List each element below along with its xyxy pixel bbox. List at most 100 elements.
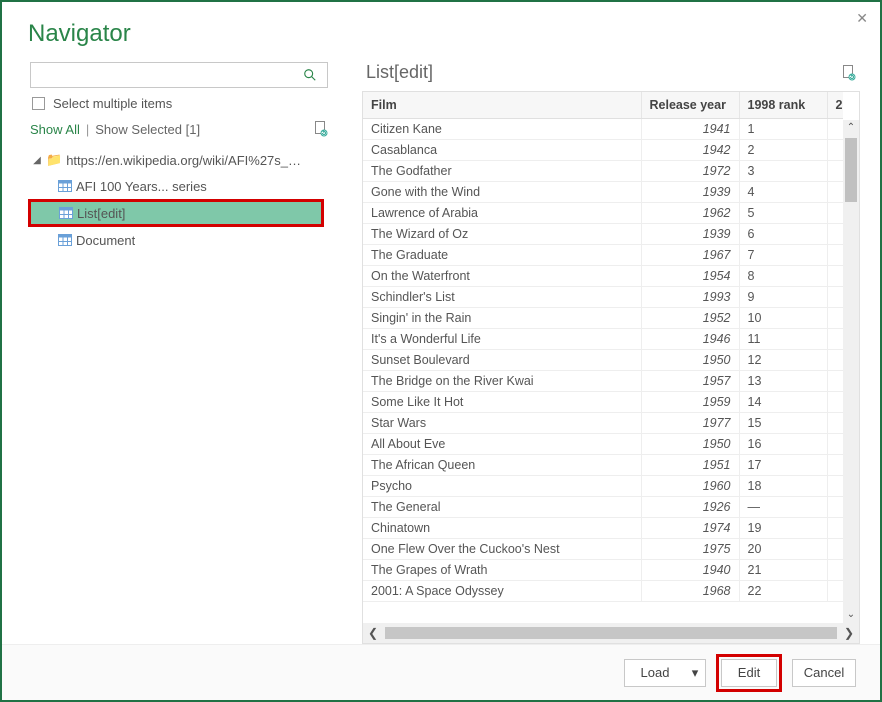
table-row[interactable]: On the Waterfront19548: [363, 266, 843, 287]
cell-rank: 15: [739, 413, 827, 434]
cell-rank: 6: [739, 224, 827, 245]
cell-rank: 11: [739, 329, 827, 350]
col-rank[interactable]: 1998 rank: [739, 92, 827, 119]
cell-film: Some Like It Hot: [363, 392, 641, 413]
caret-down-icon[interactable]: ◢: [32, 155, 42, 166]
tree-root[interactable]: ◢ 📁 https://en.wikipedia.org/wiki/AFI%27…: [30, 147, 344, 173]
cell-year: 1939: [641, 182, 739, 203]
tree-item-label: Document: [76, 233, 135, 248]
cell-rank: 17: [739, 455, 827, 476]
table-row[interactable]: Citizen Kane19411: [363, 119, 843, 140]
cell-year: 1972: [641, 161, 739, 182]
table-row[interactable]: 2001: A Space Odyssey196822: [363, 581, 843, 602]
cell-year: 1942: [641, 140, 739, 161]
scroll-down-icon[interactable]: ⌄: [843, 607, 859, 623]
cell-extra: [827, 161, 843, 182]
search-input[interactable]: [31, 63, 303, 87]
preview-table-wrap: Film Release year 1998 rank 200 Citizen …: [362, 91, 860, 644]
cell-extra: [827, 434, 843, 455]
table-icon: [58, 180, 72, 192]
col-extra[interactable]: 200: [827, 92, 843, 119]
cell-film: One Flew Over the Cuckoo's Nest: [363, 539, 641, 560]
edit-button[interactable]: Edit: [721, 659, 777, 687]
cell-rank: 9: [739, 287, 827, 308]
cell-film: Citizen Kane: [363, 119, 641, 140]
cell-film: All About Eve: [363, 434, 641, 455]
tree-item-list-edit[interactable]: List[edit]: [31, 202, 321, 224]
table-row[interactable]: Some Like It Hot195914: [363, 392, 843, 413]
col-film[interactable]: Film: [363, 92, 641, 119]
table-row[interactable]: One Flew Over the Cuckoo's Nest197520: [363, 539, 843, 560]
refresh-icon[interactable]: [314, 121, 328, 137]
table-row[interactable]: Psycho196018: [363, 476, 843, 497]
table-row[interactable]: Sunset Boulevard195012: [363, 350, 843, 371]
cell-year: 1957: [641, 371, 739, 392]
vertical-scrollbar[interactable]: ⌃ ⌄: [843, 120, 859, 623]
col-year[interactable]: Release year: [641, 92, 739, 119]
scroll-track[interactable]: [385, 627, 837, 639]
table-row[interactable]: Casablanca19422: [363, 140, 843, 161]
cell-year: 1960: [641, 476, 739, 497]
table-row[interactable]: The Bridge on the River Kwai195713: [363, 371, 843, 392]
load-button-group: Load ▾: [624, 659, 706, 687]
table-row[interactable]: The Graduate19677: [363, 245, 843, 266]
cell-rank: 1: [739, 119, 827, 140]
cancel-button[interactable]: Cancel: [792, 659, 856, 687]
table-row[interactable]: The Wizard of Oz19396: [363, 224, 843, 245]
checkbox-icon[interactable]: [32, 97, 45, 110]
scroll-right-icon[interactable]: ❯: [839, 626, 859, 640]
dialog-title: Navigator: [2, 2, 880, 62]
cell-rank: 20: [739, 539, 827, 560]
show-all-link[interactable]: Show All: [30, 122, 80, 137]
table-row[interactable]: The Grapes of Wrath194021: [363, 560, 843, 581]
tree-item-afi-series[interactable]: AFI 100 Years... series: [30, 173, 344, 199]
cell-year: 1946: [641, 329, 739, 350]
search-icon[interactable]: [303, 68, 327, 82]
cell-year: 1962: [641, 203, 739, 224]
cell-year: 1951: [641, 455, 739, 476]
load-button[interactable]: Load: [625, 660, 685, 686]
close-icon[interactable]: ✕: [856, 10, 868, 27]
cell-film: The Grapes of Wrath: [363, 560, 641, 581]
table-row[interactable]: Gone with the Wind19394: [363, 182, 843, 203]
select-multiple-row[interactable]: Select multiple items: [32, 96, 344, 111]
table-row[interactable]: The General1926—: [363, 497, 843, 518]
scroll-thumb[interactable]: [845, 138, 857, 202]
cell-film: The Wizard of Oz: [363, 224, 641, 245]
refresh-preview-icon[interactable]: [842, 65, 856, 81]
table-row[interactable]: The African Queen195117: [363, 455, 843, 476]
cell-rank: 7: [739, 245, 827, 266]
table-row[interactable]: Star Wars197715: [363, 413, 843, 434]
tree-item-label: AFI 100 Years... series: [76, 179, 207, 194]
table-row[interactable]: It's a Wonderful Life194611: [363, 329, 843, 350]
table-row[interactable]: Schindler's List19939: [363, 287, 843, 308]
cell-rank: 2: [739, 140, 827, 161]
table-row[interactable]: All About Eve195016: [363, 434, 843, 455]
tree-item-document[interactable]: Document: [30, 227, 344, 253]
cell-film: The African Queen: [363, 455, 641, 476]
scroll-up-icon[interactable]: ⌃: [843, 120, 859, 136]
cell-rank: 13: [739, 371, 827, 392]
horizontal-scrollbar[interactable]: ❮ ❯: [363, 623, 859, 643]
cell-year: 1975: [641, 539, 739, 560]
table-row[interactable]: Chinatown197419: [363, 518, 843, 539]
cell-extra: [827, 518, 843, 539]
highlight-annotation: List[edit]: [28, 199, 324, 227]
scroll-left-icon[interactable]: ❮: [363, 626, 383, 640]
filter-separator: |: [86, 122, 89, 137]
cell-year: 1977: [641, 413, 739, 434]
show-selected-link[interactable]: Show Selected [1]: [95, 122, 200, 137]
table-row[interactable]: Singin' in the Rain195210: [363, 308, 843, 329]
table-row[interactable]: The Godfather19723: [363, 161, 843, 182]
cell-rank: 19: [739, 518, 827, 539]
cell-year: 1950: [641, 350, 739, 371]
cell-rank: 21: [739, 560, 827, 581]
preview-panel: List[edit] Film Release year 1998 rank: [350, 62, 860, 644]
table-row[interactable]: Lawrence of Arabia19625: [363, 203, 843, 224]
cell-year: 1993: [641, 287, 739, 308]
cell-extra: [827, 539, 843, 560]
load-dropdown-caret[interactable]: ▾: [685, 660, 705, 686]
folder-icon: 📁: [46, 152, 62, 168]
cell-film: Gone with the Wind: [363, 182, 641, 203]
cell-rank: 10: [739, 308, 827, 329]
